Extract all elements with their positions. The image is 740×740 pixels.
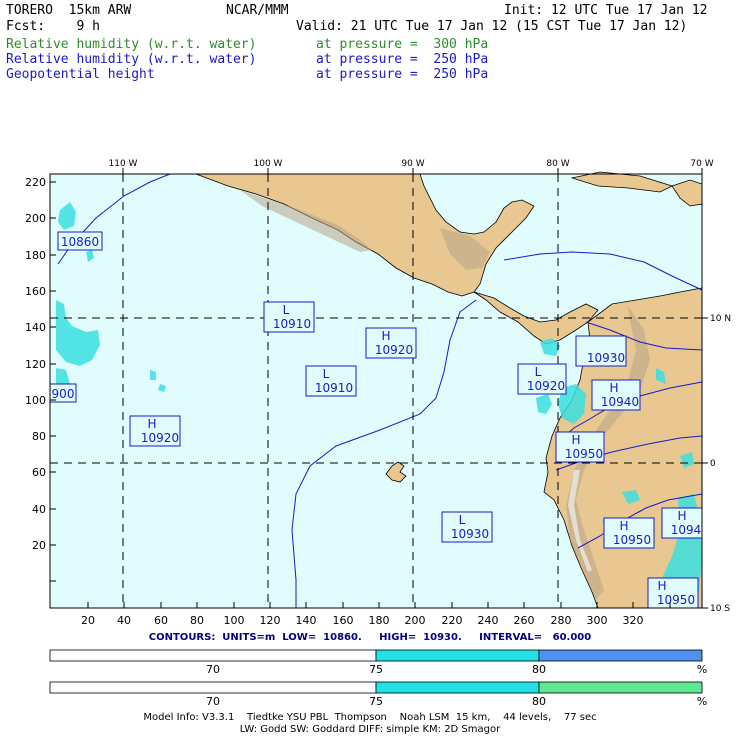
height-label-13: H 1094 — [661, 507, 703, 539]
height-label-12: H 10950 — [603, 517, 655, 549]
bottom-tick-200: 200 — [405, 614, 426, 627]
bottom-tick-40: 40 — [117, 614, 131, 627]
lat-label-equator: 0 — [710, 459, 716, 469]
colorbar-1-unit: % — [697, 663, 707, 676]
height-label-10-type: H — [571, 433, 580, 447]
height-label-1: 10860 — [57, 231, 103, 251]
bottom-tick-300: 300 — [587, 614, 608, 627]
height-label-14-type: H — [657, 579, 666, 593]
left-tick-labels: 220 200 180 160 140 120 100 80 60 40 20 — [25, 176, 46, 552]
height-label-7-type: L — [535, 365, 542, 379]
colorbar-2: 70 75 80 % — [49, 681, 707, 708]
left-tick-20: 20 — [32, 539, 46, 552]
bottom-tick-160: 160 — [333, 614, 354, 627]
left-tick-60: 60 — [32, 466, 46, 479]
height-label-6-value: 10920 — [141, 431, 179, 445]
lat-label-10s: 10 S — [710, 604, 730, 614]
height-label-7: L 10920 — [517, 363, 567, 395]
height-label-9: H 10940 — [591, 379, 641, 411]
colorbar-2-tick-75: 75 — [369, 695, 383, 708]
height-label-2-value: 900 — [52, 387, 75, 401]
lon-label-80w: 80 W — [546, 159, 569, 169]
height-label-7-value: 10920 — [527, 379, 565, 393]
colorbar-1: 70 75 80 % — [49, 649, 707, 676]
colorbar-2-tick-80: 80 — [532, 695, 546, 708]
colorbar-2-seg-low — [49, 681, 377, 694]
height-label-4: H 10920 — [365, 327, 417, 359]
height-label-6-type: H — [147, 417, 156, 431]
left-tick-160: 160 — [25, 285, 46, 298]
top-lon-labels: 110 W 100 W 90 W 80 W 70 W — [109, 159, 714, 169]
bottom-tick-60: 60 — [154, 614, 168, 627]
colorbar-2-unit: % — [697, 695, 707, 708]
height-label-3: L 10910 — [263, 301, 315, 333]
height-label-5-type: L — [323, 367, 330, 381]
height-label-9-type: H — [609, 381, 618, 395]
bottom-tick-220: 220 — [442, 614, 463, 627]
height-label-11: L 10930 — [441, 511, 493, 543]
colorbar-1-tick-70: 70 — [206, 663, 220, 676]
colorbar-1-seg-low — [49, 649, 377, 662]
colorbar-2-seg-high — [538, 681, 703, 694]
height-label-4-type: H — [381, 329, 390, 343]
height-label-3-value: 10910 — [273, 317, 311, 331]
bottom-tick-100: 100 — [224, 614, 245, 627]
contour-summary: CONTOURS: UNITS=m LOW= 10860. HIGH= 1093… — [148, 632, 592, 643]
left-tick-80: 80 — [32, 430, 46, 443]
map-panel: 10860 900 L 10910 H 10920 L 10910 H 1092… — [25, 159, 731, 627]
height-label-14: H 10950 — [647, 577, 699, 609]
colorbar-2-seg-mid — [375, 681, 540, 694]
height-label-5-value: 10910 — [315, 381, 353, 395]
height-label-14-value: 10950 — [657, 593, 695, 607]
bottom-tick-20: 20 — [81, 614, 95, 627]
height-label-11-value: 10930 — [451, 527, 489, 541]
left-tick-140: 140 — [25, 321, 46, 334]
height-label-2: 900 — [49, 383, 77, 403]
height-label-11-type: L — [459, 513, 466, 527]
right-lat-labels: 10 N 0 10 S — [710, 314, 731, 614]
height-label-5: L 10910 — [305, 365, 357, 397]
weather-map: 10860 900 L 10910 H 10920 L 10910 H 1092… — [25, 159, 731, 708]
height-label-4-value: 10920 — [375, 343, 413, 357]
height-label-8: 10930 — [575, 335, 627, 367]
height-label-8-value: 10930 — [587, 351, 625, 365]
colorbar-1-seg-high — [538, 649, 703, 662]
bottom-tick-280: 280 — [551, 614, 572, 627]
lat-label-10n: 10 N — [710, 314, 731, 324]
left-tick-100: 100 — [25, 394, 46, 407]
colorbar-2-tick-70: 70 — [206, 695, 220, 708]
height-label-13-value: 1094 — [671, 523, 702, 537]
lon-label-90w: 90 W — [401, 159, 424, 169]
height-label-9-value: 10940 — [601, 395, 639, 409]
left-tick-220: 220 — [25, 176, 46, 189]
bottom-tick-180: 180 — [369, 614, 390, 627]
height-label-10-value: 10950 — [565, 447, 603, 461]
colorbar-1-seg-mid — [375, 649, 540, 662]
model-info-line-1: Model Info: V3.3.1 Tiedtke YSU PBL Thomp… — [143, 712, 597, 723]
lon-label-110w: 110 W — [109, 159, 138, 169]
height-label-10: H 10950 — [555, 431, 605, 463]
bottom-tick-260: 260 — [514, 614, 535, 627]
bottom-tick-240: 240 — [478, 614, 499, 627]
bottom-tick-120: 120 — [260, 614, 281, 627]
left-tick-120: 120 — [25, 358, 46, 371]
colorbar-1-tick-75: 75 — [369, 663, 383, 676]
height-label-1-value: 10860 — [61, 235, 99, 249]
lon-label-100w: 100 W — [254, 159, 283, 169]
bottom-tick-labels: 20 40 60 80 100 120 140 160 180 200 220 … — [81, 614, 644, 627]
height-label-6: H 10920 — [129, 415, 181, 447]
lon-label-70w: 70 W — [690, 159, 713, 169]
height-label-3-type: L — [283, 303, 290, 317]
bottom-tick-140: 140 — [296, 614, 317, 627]
height-label-12-type: H — [619, 519, 628, 533]
height-label-13-type: H — [677, 509, 686, 523]
left-tick-200: 200 — [25, 212, 46, 225]
bottom-tick-320: 320 — [623, 614, 644, 627]
left-tick-180: 180 — [25, 249, 46, 262]
colorbar-1-tick-80: 80 — [532, 663, 546, 676]
model-info-line-2: LW: Godd SW: Goddard DIFF: simple KM: 2D… — [239, 724, 501, 735]
bottom-tick-80: 80 — [190, 614, 204, 627]
height-label-12-value: 10950 — [613, 533, 651, 547]
left-tick-40: 40 — [32, 503, 46, 516]
